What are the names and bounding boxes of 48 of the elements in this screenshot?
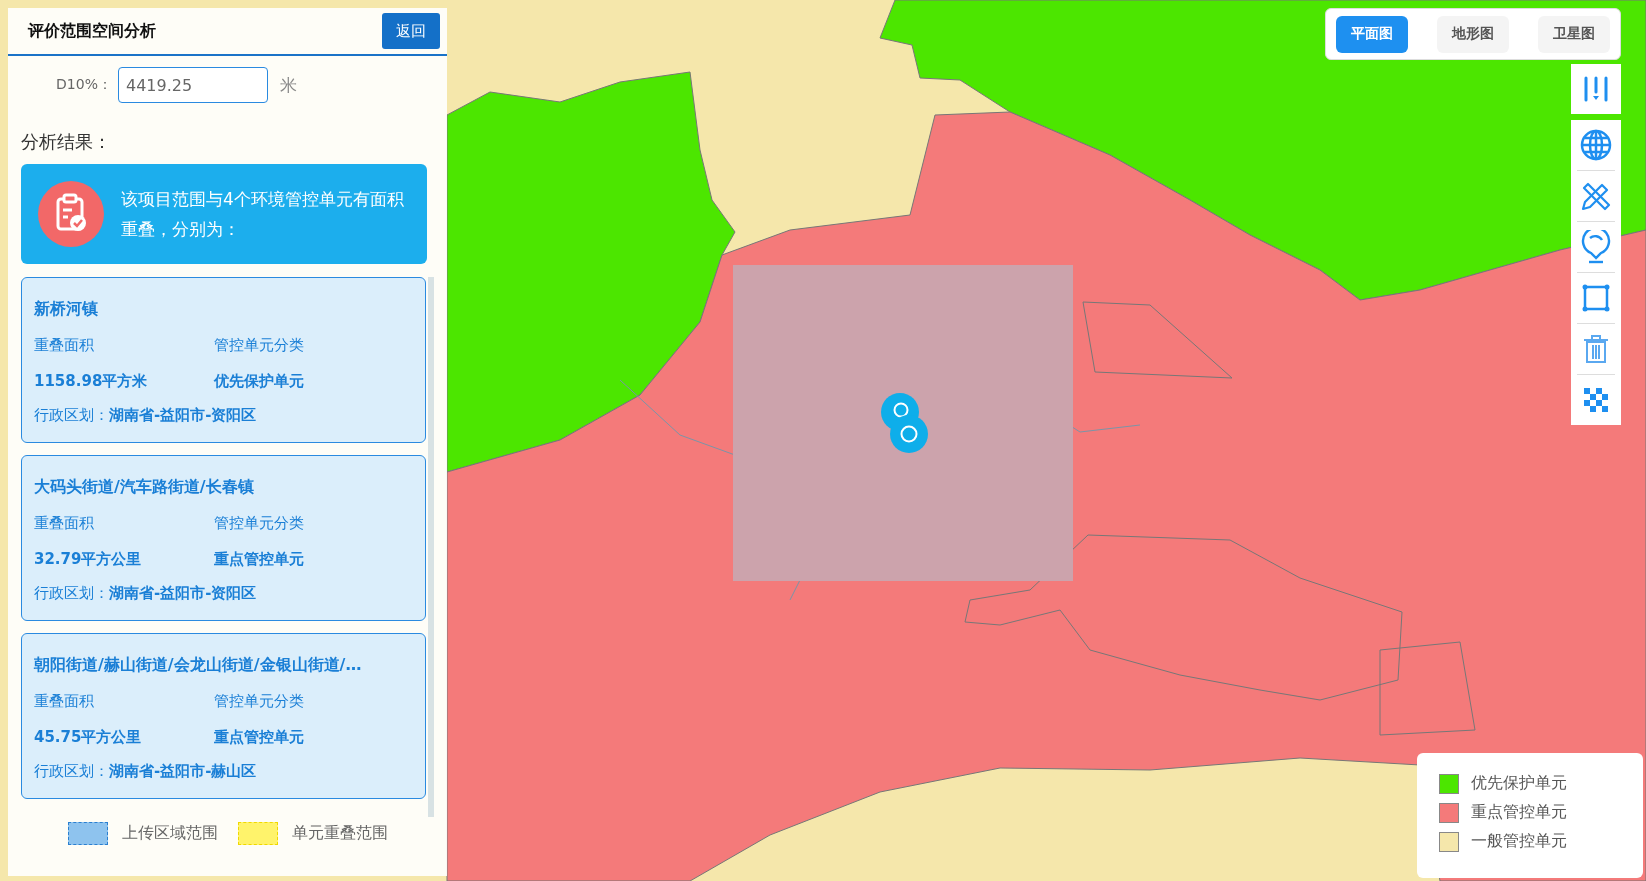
area-value: 1158.98平方米 — [34, 371, 149, 392]
legend-label: 上传区域范围 — [121, 823, 218, 844]
field-label: 行政区划： — [34, 761, 109, 782]
square-icon[interactable] — [1581, 283, 1611, 313]
legend-label: 单元重叠范围 — [291, 823, 388, 844]
map-pin-icon[interactable] — [1580, 230, 1612, 264]
field-label: 管控单元分类 — [214, 513, 305, 534]
panel-title: 评价范围空间分析 — [28, 20, 156, 42]
region-value: 湖南省-益阳市-资阳区 — [109, 583, 257, 604]
back-button[interactable]: 返回 — [382, 13, 440, 49]
map-type-tab[interactable]: 平面图 — [1336, 15, 1408, 53]
d10-input-field[interactable]: 4419.25 — [118, 67, 268, 103]
legend-swatch — [237, 822, 278, 845]
unit-name: 大码头街道/汽车路街道/长春镇 — [34, 476, 255, 498]
legend-label: 重点管控单元 — [1471, 802, 1567, 823]
field-label: 重叠面积 — [34, 691, 95, 712]
unit-name: 新桥河镇 — [34, 298, 99, 320]
field-label: 行政区划： — [34, 405, 109, 426]
checkerboard-icon[interactable] — [1583, 387, 1609, 413]
area-value: 45.75平方公里 — [34, 727, 143, 748]
unit-label: 米 — [280, 73, 297, 97]
bars-icon[interactable] — [1582, 75, 1610, 103]
summary-text: 该项目范围与4个环境管控单元有面积重叠，分别为： — [121, 188, 405, 241]
field-label: 行政区划： — [34, 583, 109, 604]
map-type-tab[interactable]: 地形图 — [1437, 15, 1509, 53]
map-type-tab[interactable]: 卫星图 — [1538, 15, 1610, 53]
field-label: 重叠面积 — [34, 513, 95, 534]
legend-swatch — [67, 822, 108, 845]
results-label: 分析结果： — [21, 130, 112, 154]
category-value: 优先保护单元 — [214, 371, 305, 392]
category-value: 重点管控单元 — [214, 727, 305, 748]
map-marker[interactable] — [890, 415, 928, 453]
region-value: 湖南省-益阳市-赫山区 — [109, 761, 257, 782]
d10-label: D10%： — [55, 76, 113, 94]
legend-label: 一般管控单元 — [1471, 831, 1567, 852]
field-label: 重叠面积 — [34, 335, 95, 356]
trash-icon[interactable] — [1582, 334, 1610, 364]
category-value: 重点管控单元 — [214, 549, 305, 570]
area-value: 32.79平方公里 — [34, 549, 143, 570]
globe-icon[interactable] — [1580, 129, 1612, 161]
unit-name: 朝阳街道/赫山街道/会龙山街道/金银山街道/… — [34, 654, 363, 676]
field-label: 管控单元分类 — [214, 691, 305, 712]
region-value: 湖南省-益阳市-资阳区 — [109, 405, 257, 426]
clipboard-check-icon — [38, 181, 104, 247]
pencil-ruler-icon[interactable] — [1580, 180, 1612, 212]
field-label: 管控单元分类 — [214, 335, 305, 356]
legend-label: 优先保护单元 — [1471, 773, 1567, 794]
scrollbar[interactable] — [428, 277, 434, 817]
